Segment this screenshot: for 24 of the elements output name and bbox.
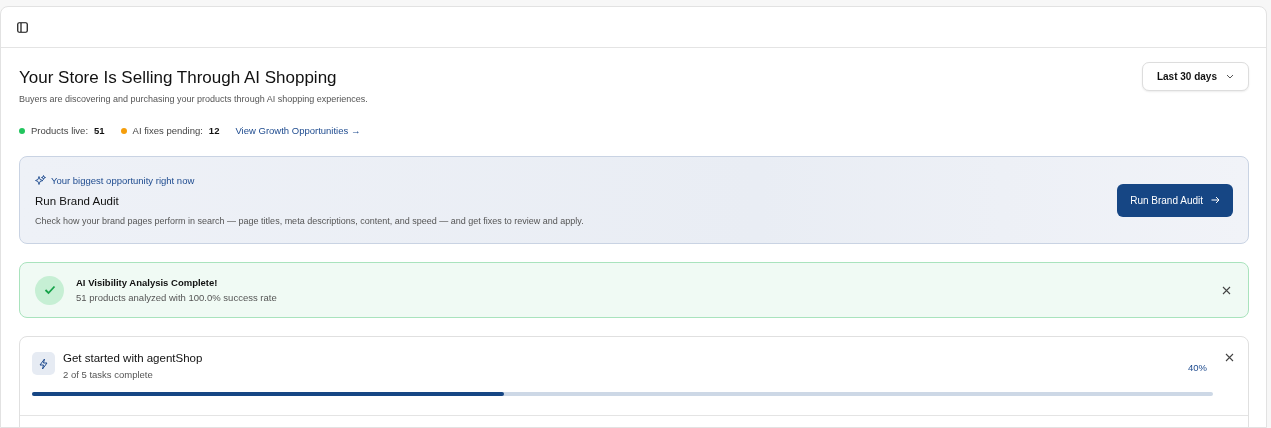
date-range-dropdown[interactable]: Last 30 days [1141,62,1249,91]
notice-title: AI Visibility Analysis Complete! [76,277,219,288]
stat-value: 51 [94,125,105,136]
checkmark-icon [35,275,64,305]
lightning-icon [32,352,55,375]
chevron-down-icon [1226,74,1234,79]
run-brand-audit-button[interactable]: Run Brand Audit [1117,183,1233,217]
sparkles-icon [35,174,46,186]
progress-percent: 40% [1188,362,1207,373]
close-button[interactable] [1223,351,1236,364]
checklist-title: Get started with agentShop [63,352,203,364]
opportunity-title: Run Brand Audit [35,194,120,207]
arrow-right-icon [1211,196,1220,204]
page-subtitle: Buyers are discovering and purchasing your products through AI shopping experiences. [19,94,368,104]
stat-label: AI fixes pending: [132,125,203,136]
opportunity-description: Check how your brand pages perform in search — page titles, meta descriptions, content, and speed — and get fixes to review and apply. [35,215,584,226]
opportunity-eyebrow: Your biggest opportunity right now [51,174,195,186]
notice-message: 51 products analyzed with 100.0% success rate [76,292,277,303]
sidebar-toggle-icon[interactable] [17,21,28,33]
stat-value: 12 [208,125,220,136]
checklist-progress-text: 2 of 5 tasks complete [63,369,154,380]
stat-label: Products live: [31,125,89,136]
page-title: Your Store Is Selling Through AI Shopping [19,68,338,88]
growth-opportunities-link[interactable]: View Growth Opportunities → [235,125,361,136]
